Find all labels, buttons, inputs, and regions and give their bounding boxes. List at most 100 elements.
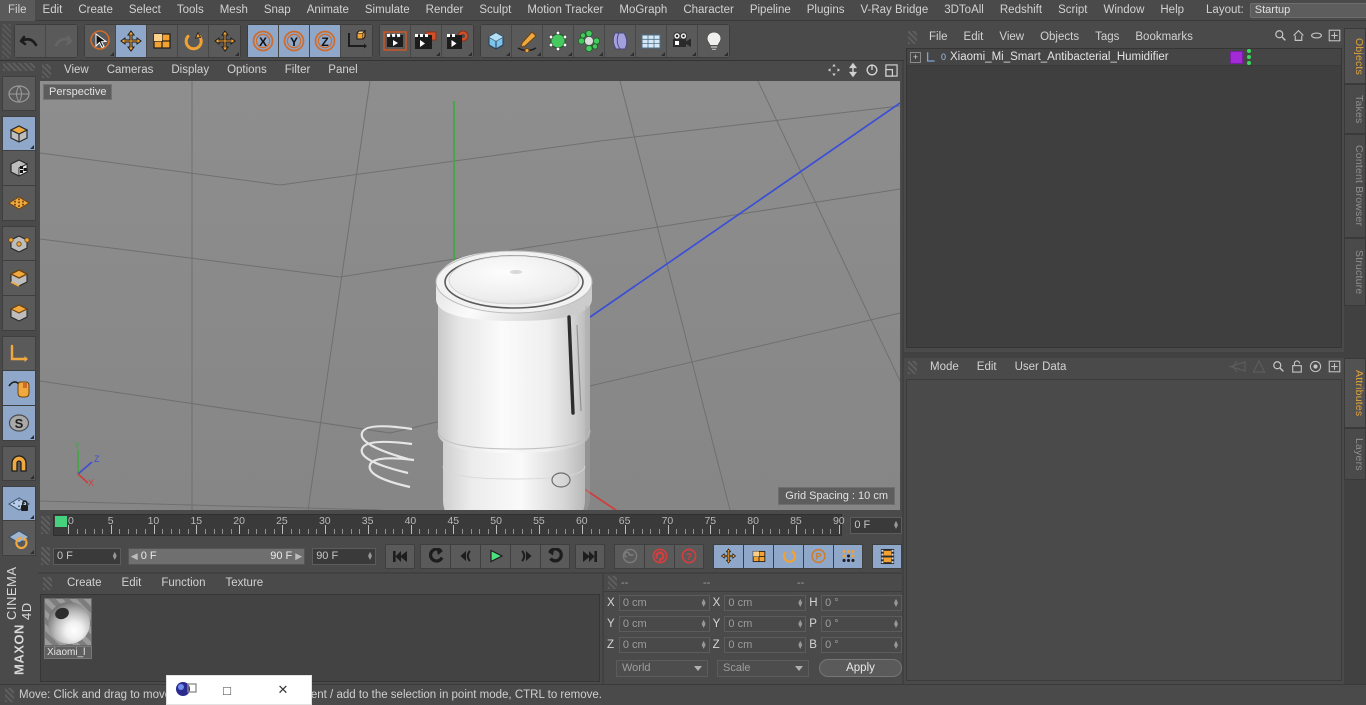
tab-attributes[interactable]: Attributes xyxy=(1344,358,1366,428)
size-y-field[interactable]: 0 cm ▴ ▾ xyxy=(724,616,807,632)
menu-item-character[interactable]: Character xyxy=(675,0,742,21)
current-frame-field[interactable]: 0 F ▴ ▾ xyxy=(850,516,902,534)
phong-tag-icon[interactable] xyxy=(1247,49,1251,65)
size-z-field[interactable]: 0 cm ▴ ▾ xyxy=(724,637,807,653)
attribute-menu-user-data[interactable]: User Data xyxy=(1006,358,1076,377)
search-icon[interactable] xyxy=(1272,360,1285,376)
maximize-view-icon[interactable] xyxy=(885,63,898,80)
menu-item-plugins[interactable]: Plugins xyxy=(799,0,853,21)
timeline-ruler[interactable]: 0 5 10 15 20 25 30 35 40 45 50 55 60 65 70 75 80 85 90 xyxy=(52,514,845,536)
spline-pen-button[interactable] xyxy=(512,24,543,57)
toolbar-grip[interactable] xyxy=(2,23,11,58)
object-menu-view[interactable]: View xyxy=(991,28,1032,46)
add-tab-icon[interactable] xyxy=(1328,360,1341,376)
move-alt-tool-button[interactable] xyxy=(209,24,240,57)
object-menu-tags[interactable]: Tags xyxy=(1087,28,1127,46)
viewport-menu-cameras[interactable]: Cameras xyxy=(98,61,163,80)
attribute-menu-edit[interactable]: Edit xyxy=(968,358,1006,377)
rotation-b-field[interactable]: 0 ° ▴ ▾ xyxy=(821,637,903,653)
menu-item-render[interactable]: Render xyxy=(418,0,472,21)
attribute-content-area[interactable] xyxy=(906,379,1342,681)
range-left-arrow-icon[interactable]: ◀ xyxy=(131,551,138,562)
menu-item-simulate[interactable]: Simulate xyxy=(357,0,418,21)
undo-button[interactable] xyxy=(15,24,46,57)
close-button[interactable]: ✕ xyxy=(255,682,311,698)
scale-key-toggle[interactable] xyxy=(743,543,773,569)
autokeying-button[interactable] xyxy=(614,543,644,569)
menu-item-motion-tracker[interactable]: Motion Tracker xyxy=(519,0,611,21)
points-mode-button[interactable] xyxy=(2,226,36,261)
polygons-mode-button[interactable] xyxy=(2,296,36,331)
undo-view-button[interactable] xyxy=(2,76,36,111)
world-coordinate-button[interactable] xyxy=(341,24,372,57)
coordinates-grip[interactable] xyxy=(608,576,617,589)
spinner-icon[interactable]: ▴ ▾ xyxy=(894,519,898,531)
tab-takes[interactable]: Takes xyxy=(1344,84,1366,134)
spinner-icon[interactable]: ▴ ▾ xyxy=(798,618,802,630)
axis-x-button[interactable]: X xyxy=(248,24,279,57)
record-active-objects-button[interactable] xyxy=(644,543,674,569)
menu-item-redshift[interactable]: Redshift xyxy=(992,0,1050,21)
preview-range-bar[interactable]: ◀ 0 F 90 F ▶ xyxy=(127,547,306,565)
viewport-solo-button[interactable] xyxy=(2,371,36,406)
zoom-view-icon[interactable] xyxy=(847,62,859,80)
object-menu-grip[interactable] xyxy=(908,30,917,44)
material-item[interactable]: Xiaomi_l xyxy=(44,598,92,659)
viewport-menu-display[interactable]: Display xyxy=(162,61,218,80)
uv-points-mode-button[interactable] xyxy=(2,186,36,221)
pla-key-toggle[interactable] xyxy=(833,543,863,569)
scene-floor-button[interactable] xyxy=(636,24,667,57)
rotate-tool-button[interactable] xyxy=(178,24,209,57)
left-toolbar-grip[interactable] xyxy=(3,63,35,71)
object-menu-file[interactable]: File xyxy=(921,28,956,46)
camera-button[interactable] xyxy=(667,24,698,57)
viewport-menu-filter[interactable]: Filter xyxy=(276,61,320,80)
menu-item-script[interactable]: Script xyxy=(1050,0,1095,21)
material-menu-function[interactable]: Function xyxy=(151,574,215,593)
go-to-start-button[interactable] xyxy=(385,543,415,569)
perspective-viewport[interactable]: Perspective Grid Spacing : 10 cm Y Z X xyxy=(40,81,900,510)
play-button[interactable] xyxy=(480,543,510,569)
generator-button[interactable] xyxy=(543,24,574,57)
layout-select[interactable]: Startup xyxy=(1249,2,1366,18)
axis-z-button[interactable]: Z xyxy=(310,24,341,57)
menu-item-mesh[interactable]: Mesh xyxy=(212,0,256,21)
frame-back-button[interactable] xyxy=(420,543,450,569)
viewport-menu-panel[interactable]: Panel xyxy=(319,61,366,80)
timeline-grip[interactable] xyxy=(41,516,50,534)
rotation-h-field[interactable]: 0 ° ▴ ▾ xyxy=(821,595,903,611)
material-menu-texture[interactable]: Texture xyxy=(215,574,273,593)
spinner-icon[interactable]: ▴ ▾ xyxy=(798,597,802,609)
scale-tool-button[interactable] xyxy=(147,24,178,57)
menu-item-mograph[interactable]: MoGraph xyxy=(611,0,675,21)
workplane-rotate-button[interactable] xyxy=(2,521,36,556)
transform-mode-select[interactable]: Scale xyxy=(717,659,810,677)
light-button[interactable] xyxy=(698,24,729,57)
coordinate-system-select[interactable]: World xyxy=(616,659,709,677)
size-x-field[interactable]: 0 cm ▴ ▾ xyxy=(724,595,807,611)
viewport-menu-options[interactable]: Options xyxy=(218,61,276,80)
add-layer-icon[interactable] xyxy=(1328,29,1341,45)
material-list[interactable]: Xiaomi_l xyxy=(40,594,600,682)
spinner-icon[interactable]: ▴ ▾ xyxy=(702,639,706,651)
attribute-menu-grip[interactable] xyxy=(908,361,917,374)
viewport-menu-grip[interactable] xyxy=(42,63,51,78)
material-menu-grip[interactable] xyxy=(43,577,52,590)
current-frame-marker[interactable] xyxy=(54,516,67,527)
render-view-button[interactable] xyxy=(380,24,411,57)
tab-content-browser[interactable]: Content Browser xyxy=(1344,134,1366,238)
object-row-humidifier[interactable]: + 0 Xiaomi_Mi_Smart_Antibacterial_Humidi… xyxy=(907,49,1341,66)
go-to-end-button[interactable] xyxy=(575,543,605,569)
menu-item-3dtoall[interactable]: 3DToAll xyxy=(936,0,992,21)
timeline-controls-grip[interactable] xyxy=(41,547,50,565)
cube-primitive-button[interactable] xyxy=(481,24,512,57)
target-icon[interactable] xyxy=(1309,360,1322,376)
material-menu-create[interactable]: Create xyxy=(57,574,112,593)
spinner-icon[interactable]: ▴ ▾ xyxy=(702,597,706,609)
menu-item-edit[interactable]: Edit xyxy=(35,0,71,21)
render-settings-button[interactable] xyxy=(442,24,473,57)
object-axis-button[interactable] xyxy=(2,336,36,371)
position-x-field[interactable]: 0 cm ▴ ▾ xyxy=(618,595,710,611)
position-key-toggle[interactable] xyxy=(713,543,743,569)
rotate-view-icon[interactable] xyxy=(865,63,879,80)
